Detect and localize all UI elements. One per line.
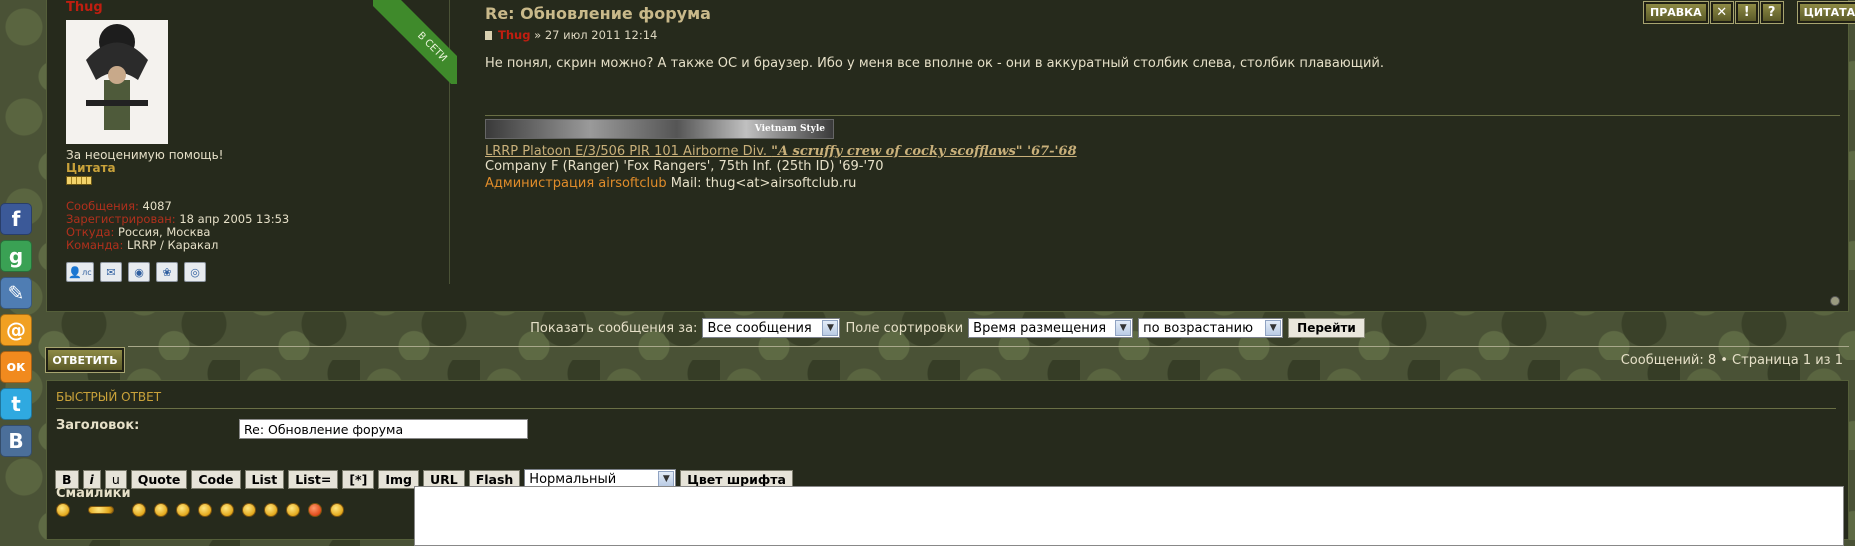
online-ribbon: В СЕТИ: [373, 0, 457, 84]
pagination-status: Сообщений: 8 • Страница 1 из 1: [1620, 353, 1843, 368]
smiley-razz-icon[interactable]: [286, 503, 300, 517]
post-title[interactable]: Re: Обновление форума: [485, 4, 711, 23]
chevron-down-icon: ▼: [1265, 320, 1282, 336]
meta-author[interactable]: Thug: [498, 28, 530, 42]
image-button[interactable]: Img: [378, 469, 419, 489]
reply-button[interactable]: ОТВЕТИТЬ: [45, 347, 125, 373]
smiley-cool-icon[interactable]: [220, 503, 234, 517]
chevron-down-icon: ▼: [1115, 320, 1132, 336]
smiley-evil-icon[interactable]: [308, 503, 322, 517]
go-button[interactable]: Перейти: [1288, 318, 1365, 338]
post-buttons: ПРАВКА ✕ ! ? ЦИТАТА: [1643, 1, 1855, 24]
signature-line-3: Администрация airsoftclub Mail: thug<at>…: [485, 176, 857, 191]
signature-banner: Vietnam Style: [485, 119, 834, 139]
show-label: Показать сообщения за:: [530, 320, 698, 336]
smiley-laugh-icon[interactable]: [242, 503, 256, 517]
twitter-icon[interactable]: t: [0, 388, 32, 420]
smiley-mad-icon[interactable]: [264, 503, 278, 517]
quick-reply-panel: БЫСТРЫЙ ОТВЕТ Заголовок: Re: Обновление …: [46, 380, 1849, 546]
rank-image: [66, 176, 92, 185]
smiley-confused-icon[interactable]: [198, 503, 212, 517]
user-pm-icon[interactable]: 👤 лс: [66, 262, 94, 282]
user-rank: Цитата: [66, 161, 116, 175]
show-select[interactable]: Все сообщения ▼: [702, 318, 841, 338]
list-item-button[interactable]: [*]: [342, 469, 375, 489]
info-button[interactable]: ?: [1759, 1, 1784, 24]
smilies-label: Смайлики: [56, 486, 131, 501]
avatar: [66, 20, 168, 144]
user-thanks-text: За неоценимую помощь!: [66, 148, 224, 162]
code-button[interactable]: Code: [191, 469, 241, 489]
skype-icon[interactable]: ◎: [184, 262, 206, 282]
divider: [56, 408, 1836, 409]
chevron-down-icon: ▼: [658, 471, 675, 487]
quote-button[interactable]: ЦИТАТА: [1796, 1, 1855, 24]
back-to-top-icon[interactable]: [1830, 296, 1840, 306]
quote-tag-button[interactable]: Quote: [130, 469, 188, 489]
post-body: Не понял, скрин можно? А также ОС и брау…: [485, 56, 1385, 71]
website-icon[interactable]: ◉: [128, 262, 150, 282]
icq-icon[interactable]: ❀: [156, 262, 178, 282]
smiley-wide-grin-icon[interactable]: [88, 506, 114, 514]
mailru-icon[interactable]: @: [0, 314, 32, 346]
signature-divider: [485, 115, 1840, 116]
post-meta: Thug » 27 июл 2011 12:14: [485, 28, 657, 42]
subject-input[interactable]: Re: Обновление форума: [239, 419, 528, 439]
online-label: В СЕТИ: [373, 0, 457, 84]
sort-label: Поле сортировки: [845, 320, 964, 336]
user-stats: Сообщения: 4087 Зарегистрирован: 18 апр …: [66, 200, 289, 252]
quick-reply-title: БЫСТРЫЙ ОТВЕТ: [56, 390, 162, 404]
ordered-list-button[interactable]: List=: [288, 469, 339, 489]
edit-button[interactable]: ПРАВКА: [1643, 1, 1709, 24]
list-button[interactable]: List: [244, 469, 285, 489]
post-profile: Thug В СЕТИ За неоценимую помощь! Цитата…: [47, 0, 457, 284]
author-name[interactable]: Thug: [66, 0, 103, 15]
vkontakte-icon[interactable]: B: [0, 425, 32, 457]
subject-label: Заголовок:: [56, 418, 140, 433]
profile-contact-icons: 👤 лс ✉ ◉ ❀ ◎: [66, 262, 206, 282]
post-date: 27 июл 2011 12:14: [544, 28, 658, 42]
facebook-icon[interactable]: f: [0, 203, 32, 235]
google-icon[interactable]: g: [0, 240, 32, 272]
forum-post: Thug В СЕТИ За неоценимую помощь! Цитата…: [46, 0, 1855, 312]
smiley-shocked-icon[interactable]: [176, 503, 190, 517]
smiley-sad-icon[interactable]: [132, 503, 146, 517]
stat-team: Команда: LRRP / Каракал: [66, 238, 219, 252]
divider: [128, 346, 1849, 347]
smiley-grin-icon[interactable]: [56, 503, 70, 517]
smiley-rolleyes-icon[interactable]: [330, 503, 344, 517]
delete-button[interactable]: ✕: [1709, 1, 1734, 24]
post-content: Re: Обновление форума Thug » 27 июл 2011…: [485, 0, 1840, 300]
sort-order-select[interactable]: по возрастанию ▼: [1138, 318, 1284, 338]
livejournal-icon[interactable]: ✎: [0, 277, 32, 309]
smilies-list: [56, 503, 344, 517]
message-textarea[interactable]: [414, 486, 1844, 546]
signature-line-2: Company F (Ranger) 'Fox Rangers', 75th I…: [485, 159, 884, 174]
post-icon: [485, 31, 492, 40]
social-share-bar: f g ✎ @ ок t B: [0, 203, 34, 457]
odnoklassniki-icon[interactable]: ок: [0, 351, 32, 383]
chevron-down-icon: ▼: [822, 320, 839, 336]
sort-bar: Показать сообщения за: Все сообщения ▼ По…: [46, 316, 1849, 340]
signature-link[interactable]: LRRP Platoon E/3/506 PIR 101 Airborne Di…: [485, 144, 1077, 159]
smiley-surprised-icon[interactable]: [154, 503, 168, 517]
email-icon[interactable]: ✉: [100, 262, 122, 282]
sort-field-select[interactable]: Время размещения ▼: [968, 318, 1134, 338]
report-button[interactable]: !: [1734, 1, 1759, 24]
